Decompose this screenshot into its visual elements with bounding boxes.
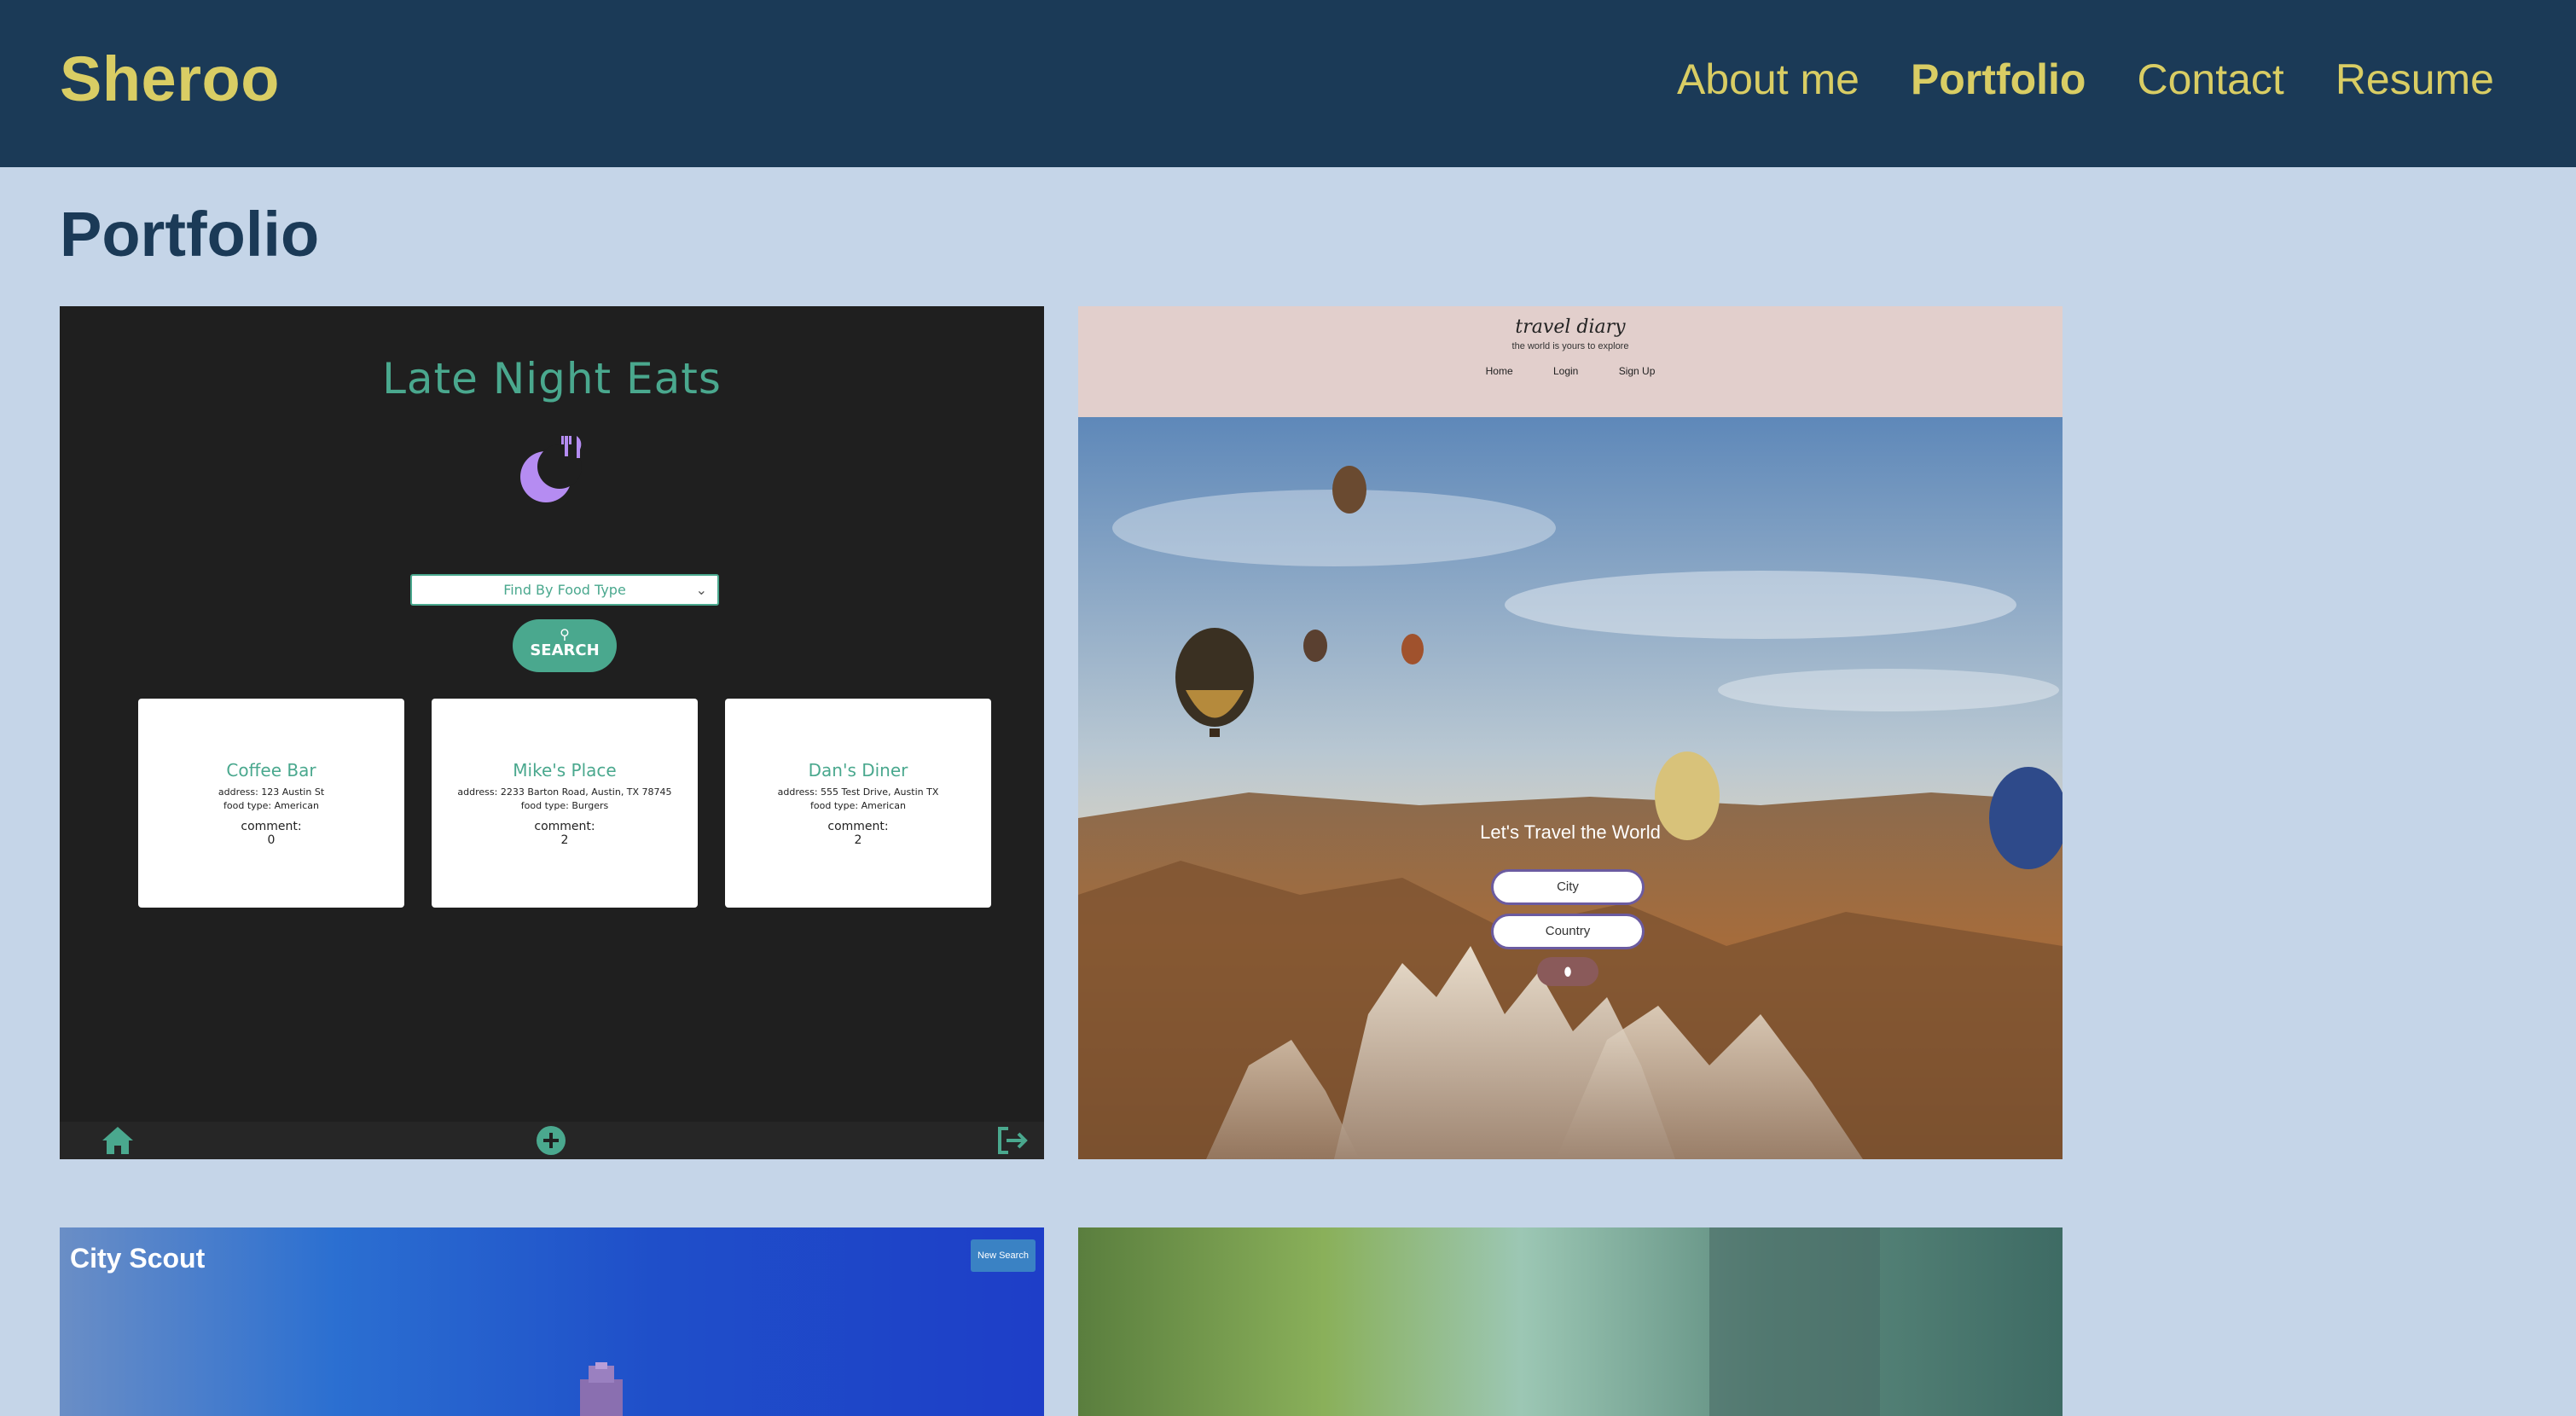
project-preview-image [1078, 1227, 2063, 1416]
restaurant-name: Dan's Diner [808, 760, 908, 781]
comment-count: 0 [267, 833, 276, 847]
restaurant-address: address: 2233 Barton Road, Austin, TX 78… [457, 786, 672, 798]
nav-about-me[interactable]: About me [1677, 55, 1859, 104]
food-type-select-label: Find By Food Type [503, 582, 626, 598]
restaurant-food-type: food type: American [810, 800, 906, 811]
site-header: Sheroo About me Portfolio Contact Resume [0, 0, 2576, 167]
nav-resume[interactable]: Resume [2335, 55, 2494, 104]
restaurant-card[interactable]: Coffee Bar address: 123 Austin St food t… [138, 699, 404, 908]
balloon-landscape-image [1078, 417, 2063, 1159]
comment-label: comment: [534, 820, 595, 833]
restaurant-address: address: 555 Test Drive, Austin TX [777, 786, 939, 798]
project-tile-late-night-eats[interactable]: Late Night Eats Find By Food Type ⌄ ⚲ SE… [60, 306, 1044, 1159]
td-logo[interactable]: travel diary [1078, 306, 2063, 338]
lne-title: Late Night Eats [382, 354, 722, 403]
new-search-button[interactable]: New Search [971, 1239, 1036, 1272]
td-nav-login[interactable]: Login [1553, 365, 1578, 377]
restaurant-card[interactable]: Dan's Diner address: 555 Test Drive, Aus… [725, 699, 991, 908]
project-tile-4[interactable] [1078, 1227, 2063, 1416]
nav-contact[interactable]: Contact [2137, 55, 2283, 104]
comment-count: 2 [854, 833, 862, 847]
cs-title: City Scout [70, 1243, 206, 1274]
td-tagline: the world is yours to explore [1511, 341, 1629, 351]
plus-circle-icon[interactable] [536, 1125, 566, 1156]
main-nav: About me Portfolio Contact Resume [1677, 55, 2494, 104]
food-type-select[interactable]: Find By Food Type ⌄ [410, 574, 719, 606]
td-nav-home[interactable]: Home [1486, 365, 1513, 377]
city-skyline-image [580, 1362, 623, 1416]
td-nav-signup[interactable]: Sign Up [1619, 365, 1656, 377]
restaurant-food-type: food type: American [223, 800, 319, 811]
lne-search-label: SEARCH [530, 641, 600, 659]
home-icon[interactable] [101, 1125, 135, 1156]
country-input[interactable]: Country [1491, 914, 1645, 949]
td-header: travel diary the world is yours to explo… [1078, 306, 2063, 417]
lne-search-button[interactable]: ⚲ SEARCH [513, 619, 617, 672]
restaurant-name: Mike's Place [513, 760, 617, 781]
site-brand[interactable]: Sheroo [60, 43, 280, 115]
td-nav: Home Login Sign Up [1078, 365, 2063, 377]
restaurant-card[interactable]: Mike's Place address: 2233 Barton Road, … [432, 699, 698, 908]
logout-icon[interactable] [996, 1125, 1029, 1156]
nav-portfolio[interactable]: Portfolio [1911, 55, 2086, 104]
td-submit-button[interactable]: ⬮ [1537, 957, 1598, 986]
comment-label: comment: [827, 820, 889, 833]
moon-utensils-icon [520, 436, 582, 502]
comment-count: 2 [560, 833, 569, 847]
comment-label: comment: [241, 820, 302, 833]
chevron-down-icon: ⌄ [695, 582, 707, 598]
pin-icon: ⬮ [1564, 965, 1572, 978]
project-tile-travel-diary[interactable]: travel diary the world is yours to explo… [1078, 306, 2063, 1159]
restaurant-name: Coffee Bar [226, 760, 316, 781]
lne-footer [60, 1122, 1044, 1159]
page-title: Portfolio [60, 199, 320, 270]
td-hero-heading: Let's Travel the World [1480, 821, 1661, 843]
project-tile-city-scout[interactable]: City Scout New Search [60, 1227, 1044, 1416]
city-input[interactable]: City [1491, 869, 1645, 905]
restaurant-food-type: food type: Burgers [520, 800, 609, 811]
search-icon: ⚲ [560, 626, 570, 642]
restaurant-address: address: 123 Austin St [218, 786, 325, 798]
